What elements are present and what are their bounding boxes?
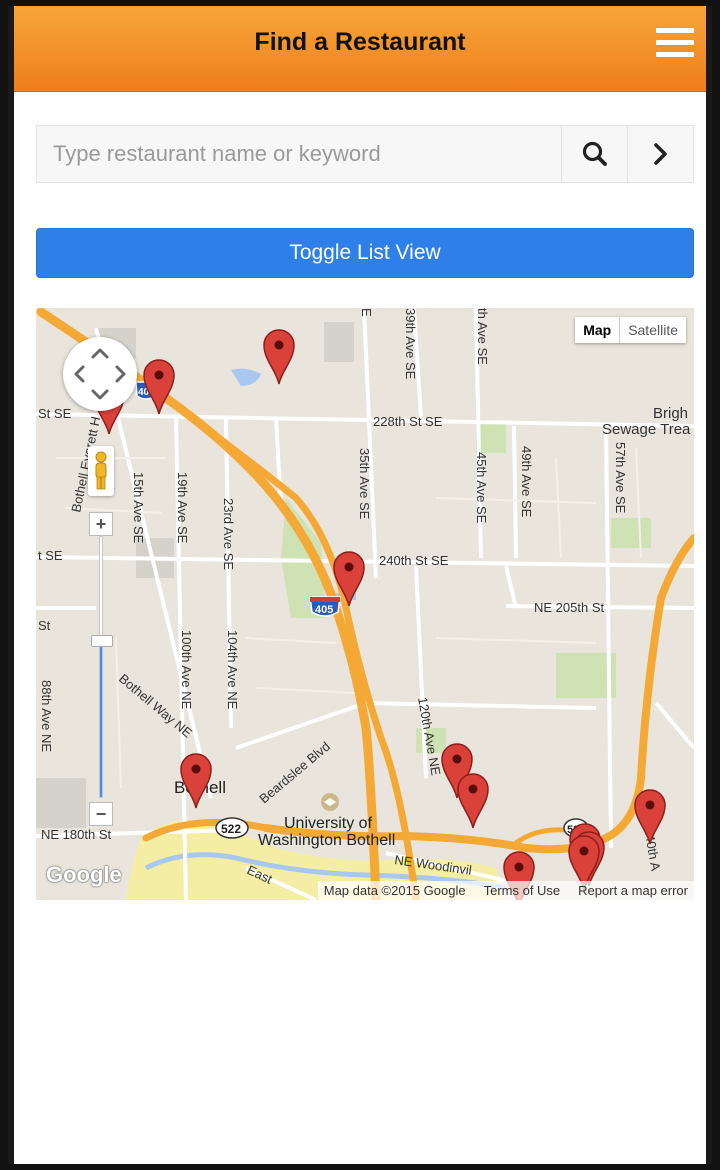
report-map-error-link[interactable]: Report a map error [578, 883, 688, 898]
svg-text:405: 405 [315, 604, 333, 616]
zoom-slider-handle[interactable] [91, 634, 113, 647]
street-label: 88th Ave NE [39, 680, 54, 752]
restaurant-map-pin[interactable] [332, 548, 366, 608]
street-label: t SE [38, 548, 63, 563]
street-label: 45th Ave SE [474, 452, 489, 524]
svg-text:522: 522 [221, 822, 241, 836]
street-label: 228th St SE [373, 414, 443, 429]
zoom-out-button[interactable]: − [89, 802, 113, 826]
map-type-map-button[interactable]: Map [575, 317, 621, 343]
street-label: 104th Ave NE [225, 630, 240, 710]
map-pin-icon [457, 773, 489, 829]
street-label: 19th Ave SE [175, 472, 190, 544]
street-label: 57th Ave SE [613, 442, 628, 514]
zoom-track[interactable] [99, 536, 103, 798]
pan-control[interactable] [63, 337, 137, 411]
page-title: Find a Restaurant [254, 28, 466, 56]
place-label-uw: University of [284, 815, 373, 832]
magnifier-icon [582, 141, 607, 166]
app-frame: Find a Restaurant Toggle List View [8, 6, 712, 1164]
go-button[interactable] [627, 126, 693, 182]
street-label: E [359, 308, 374, 317]
google-logo: Google [46, 862, 122, 887]
street-label: 23rd Ave SE [221, 498, 236, 570]
restaurant-map-pin[interactable] [179, 750, 213, 810]
toggle-list-view-button[interactable]: Toggle List View [36, 228, 694, 278]
map-pin-icon [180, 753, 212, 809]
street-view-pegman-icon[interactable] [88, 446, 114, 496]
university-icon [321, 793, 339, 811]
street-label: 15th Ave SE [131, 472, 146, 544]
street-label: th Ave SE [475, 308, 490, 365]
map-view[interactable]: 228th St SE 240th St SE NE 205th St NE 1… [36, 308, 694, 900]
hamburger-menu-icon[interactable] [656, 28, 694, 62]
search-button[interactable] [561, 126, 627, 182]
street-label: 39th Ave SE [403, 308, 418, 380]
chevron-right-icon [653, 143, 667, 165]
map-pin-icon [333, 551, 365, 607]
app-header: Find a Restaurant [14, 6, 706, 92]
map-type-satellite-button[interactable]: Satellite [620, 317, 686, 343]
map-pin-icon [263, 329, 295, 385]
restaurant-map-pin[interactable] [142, 356, 176, 416]
place-label-bright: Brigh [653, 405, 688, 422]
place-label-uw: Washington Bothell [258, 832, 395, 849]
street-label: NE 180th St [41, 827, 111, 842]
map-type-control: Map Satellite [575, 317, 686, 343]
map-pin-icon [634, 789, 666, 845]
street-label: 100th Ave NE [179, 630, 194, 710]
restaurant-map-pin[interactable] [456, 770, 490, 830]
map-attribution: Map data ©2015 Google Terms of Use Repor… [317, 881, 694, 900]
street-label: St [38, 618, 51, 633]
place-label-sewage: Sewage Trea [602, 421, 691, 438]
street-label: 240th St SE [379, 553, 449, 568]
pan-arrows-icon [74, 348, 126, 400]
street-label: 35th Ave SE [357, 448, 372, 520]
route-522-shield: 522 [215, 817, 249, 839]
search-bar [36, 125, 694, 183]
zoom-in-button[interactable]: + [89, 512, 113, 536]
map-data-credit: Map data ©2015 Google [323, 883, 466, 898]
terms-of-use-link[interactable]: Terms of Use [484, 883, 561, 898]
restaurant-map-pin[interactable] [262, 326, 296, 386]
restaurant-map-pin[interactable] [633, 786, 667, 846]
zoom-level-fill [100, 641, 102, 797]
search-input[interactable] [37, 126, 561, 182]
map-pin-icon [143, 359, 175, 415]
street-label: 49th Ave SE [519, 446, 534, 518]
street-label: NE 205th St [534, 600, 604, 615]
